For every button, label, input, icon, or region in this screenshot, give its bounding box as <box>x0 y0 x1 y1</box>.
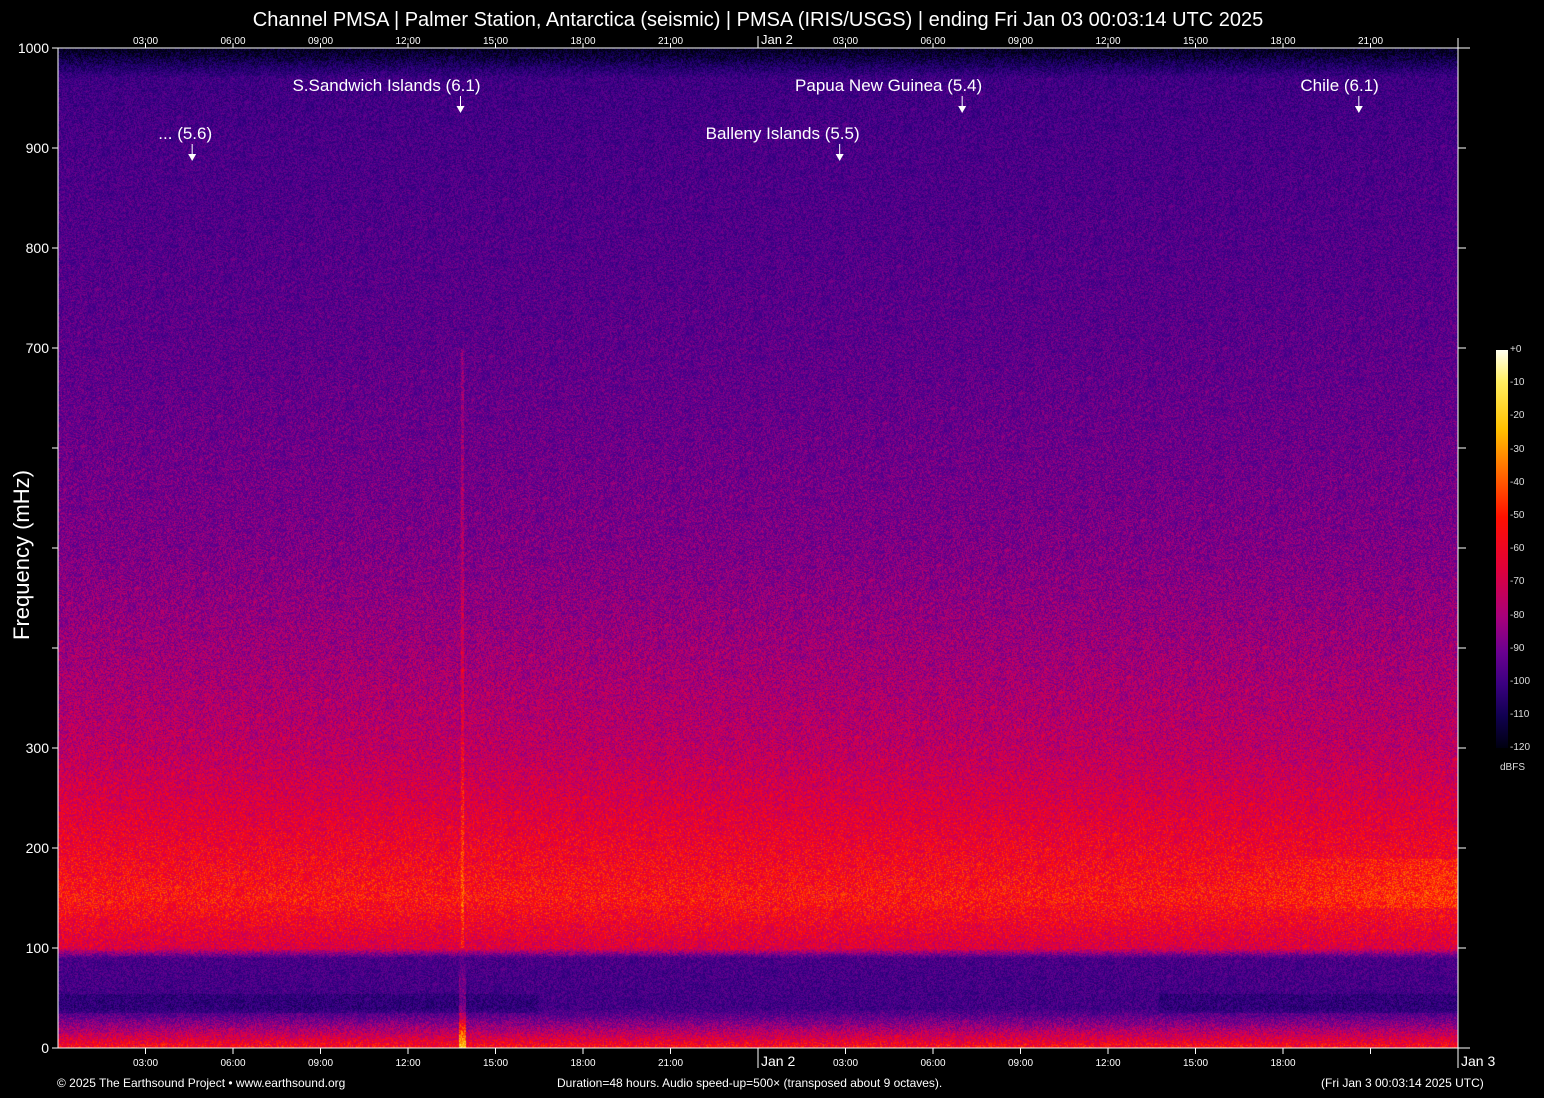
y-tick-label: 800 <box>26 240 50 256</box>
y-axis-label: Frequency (mHz) <box>9 470 34 640</box>
colorbar-tick-label: -90 <box>1510 642 1525 654</box>
event-label: ... (5.6) <box>158 124 213 143</box>
colorbar <box>1496 350 1508 748</box>
x-tick-label-top: 03:00 <box>133 36 158 47</box>
y-tick-label: 700 <box>26 340 50 356</box>
x-tick-label-bottom: 12:00 <box>395 1058 420 1069</box>
x-tick-label-bottom: 09:00 <box>308 1058 333 1069</box>
spectrogram-plot <box>58 48 1458 1048</box>
y-tick-label: 300 <box>26 740 50 756</box>
x-tick-label-bottom: Jan 3 <box>1461 1053 1495 1069</box>
x-tick-label-top: 12:00 <box>395 36 420 47</box>
x-tick-label-top: 06:00 <box>220 36 245 47</box>
colorbar-tick-label: -80 <box>1510 609 1525 621</box>
x-tick-label-bottom: 15:00 <box>483 1058 508 1069</box>
colorbar-tick-label: -50 <box>1510 510 1525 521</box>
event-label: Balleny Islands (5.5) <box>705 124 860 143</box>
spectrogram-image <box>58 48 1458 1048</box>
y-tick-label: 900 <box>26 140 50 156</box>
y-tick-label: 1000 <box>18 40 49 56</box>
copyright-text: © 2025 The Earthsound Project • www.eart… <box>57 1076 346 1090</box>
colorbar-unit: dBFS <box>1500 762 1526 773</box>
x-tick-label-top: 18:00 <box>570 36 595 47</box>
event-label: Papua New Guinea (5.4) <box>795 76 983 95</box>
event-label: Chile (6.1) <box>1300 76 1379 95</box>
colorbar-tick-label: -110 <box>1510 709 1530 721</box>
x-tick-label-top: 06:00 <box>920 36 945 47</box>
x-tick-label-bottom: 06:00 <box>220 1058 245 1069</box>
x-tick-label-top: 09:00 <box>308 36 333 47</box>
x-tick-label-bottom: 06:00 <box>920 1058 945 1069</box>
colorbar-tick-label: -120 <box>1510 742 1531 754</box>
x-tick-label-bottom: 03:00 <box>833 1058 858 1069</box>
x-tick-label-top: 21:00 <box>1358 36 1383 47</box>
x-tick-label-top: 09:00 <box>1008 36 1033 47</box>
x-tick-label-bottom: 12:00 <box>1095 1058 1120 1069</box>
x-tick-label-bottom: 15:00 <box>1183 1058 1208 1069</box>
x-tick-label-top: 18:00 <box>1270 36 1295 47</box>
y-tick-label: 0 <box>41 1040 49 1056</box>
colorbar-tick-label: -100 <box>1510 676 1531 687</box>
event-label: S.Sandwich Islands (6.1) <box>292 76 481 95</box>
colorbar-tick-label: -30 <box>1510 443 1525 455</box>
y-tick-label: 100 <box>26 940 50 956</box>
x-tick-label-bottom: 18:00 <box>570 1058 595 1069</box>
x-tick-label-bottom: 21:00 <box>658 1058 683 1069</box>
timestamp-text: (Fri Jan 3 00:03:14 2025 UTC) <box>1321 1076 1484 1090</box>
x-tick-label-top: 21:00 <box>658 36 683 47</box>
y-tick-label: 200 <box>26 840 50 856</box>
x-tick-label-top: 12:00 <box>1095 36 1120 47</box>
x-tick-label-top: 03:00 <box>833 36 858 47</box>
colorbar-tick-label: -70 <box>1510 576 1525 588</box>
colorbar-tick-label: -10 <box>1510 377 1525 389</box>
chart-title: Channel PMSA | Palmer Station, Antarctic… <box>252 9 1264 31</box>
x-tick-label-top: 15:00 <box>483 36 508 47</box>
colorbar-tick-label: -60 <box>1510 543 1525 555</box>
colorbar-tick-label: +0 <box>1510 344 1522 355</box>
colorbar-tick-label: -40 <box>1510 476 1525 488</box>
x-tick-label-bottom: 18:00 <box>1270 1058 1295 1069</box>
x-tick-label-top: 15:00 <box>1183 36 1208 47</box>
x-tick-label-bottom: 03:00 <box>133 1058 158 1069</box>
duration-text: Duration=48 hours. Audio speed-up=500× (… <box>557 1076 943 1090</box>
x-tick-label-top: Jan 2 <box>761 32 793 47</box>
x-tick-label-bottom: Jan 2 <box>761 1053 795 1069</box>
colorbar-tick-label: -20 <box>1510 410 1525 422</box>
x-tick-label-bottom: 09:00 <box>1008 1058 1033 1069</box>
